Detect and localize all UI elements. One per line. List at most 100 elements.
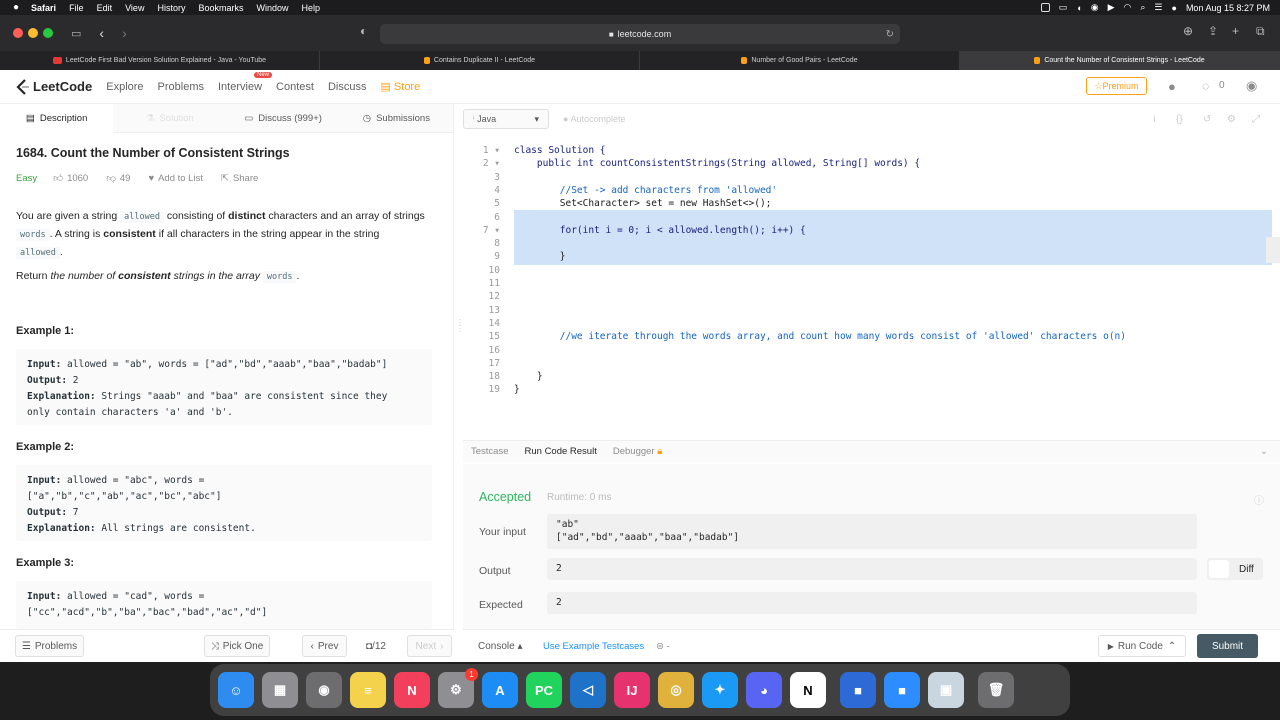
menu-history[interactable]: History <box>157 3 185 13</box>
share-icon[interactable]: ⇪ <box>1208 24 1218 38</box>
play-icon[interactable]: ▶ <box>1108 2 1115 13</box>
menubar-clock[interactable]: Mon Aug 15 8:27 PM <box>1186 3 1270 13</box>
spotlight-icon[interactable]: ⌕ <box>1140 2 1145 13</box>
system-preferences-icon[interactable]: ⚙ 1 <box>438 668 478 708</box>
pycharm-icon[interactable]: PC <box>526 672 562 708</box>
notes-icon[interactable]: ≡ <box>350 672 386 708</box>
panel-resize-handle[interactable]: ⋮ ⋮ <box>456 319 464 360</box>
shield-icon[interactable]: ◐ <box>360 24 367 38</box>
autocomplete-toggle[interactable]: ● Autocomplete <box>563 114 626 124</box>
braces-icon[interactable]: {} <box>1176 114 1183 125</box>
minimize-window-icon[interactable] <box>28 28 38 38</box>
downloads-icon[interactable]: ⊕ <box>1183 24 1193 38</box>
screenshot-icon[interactable]: ◉ <box>306 672 342 708</box>
share-button[interactable]: ⇱ Share <box>221 173 258 184</box>
avatar-icon[interactable]: ◉ <box>1246 78 1257 94</box>
leetcode-favicon-icon <box>741 57 748 64</box>
coin-icon[interactable]: ◌ <box>1202 79 1209 93</box>
nav-explore[interactable]: Explore <box>106 81 143 93</box>
forward-arrow-icon[interactable]: › <box>122 25 127 41</box>
trash-icon[interactable]: 🗑 <box>978 672 1014 708</box>
nav-discuss[interactable]: Discuss <box>328 81 367 93</box>
menu-edit[interactable]: Edit <box>97 3 113 13</box>
settings-icon[interactable]: ⚙ <box>1227 114 1236 125</box>
menu-file[interactable]: File <box>69 3 84 13</box>
add-to-list-button[interactable]: ♥ Add to List <box>148 173 203 184</box>
menu-bookmarks[interactable]: Bookmarks <box>198 3 243 13</box>
nav-store[interactable]: ▤ Store <box>380 80 420 93</box>
collapse-chevron-icon[interactable]: ⌄ <box>1260 446 1268 457</box>
code-editor[interactable]: 1 ▾ class Solution {2 ▾ public int countC… <box>463 136 1280 436</box>
tab-discuss[interactable]: ▭ Discuss (999+) <box>227 104 340 133</box>
record-icon[interactable]: ◉ <box>1091 2 1099 13</box>
intellij-icon[interactable]: IJ <box>614 672 650 708</box>
bell-icon[interactable]: ● <box>1168 79 1176 94</box>
tab-submissions[interactable]: ◷ Submissions <box>340 104 453 133</box>
premium-button[interactable]: ☆ Premium <box>1086 77 1147 95</box>
siri-icon[interactable]: ● <box>1172 3 1177 13</box>
browser-tab[interactable]: Number of Good Pairs - LeetCode <box>640 51 960 70</box>
tab-run-code-result[interactable]: Run Code Result <box>525 446 597 457</box>
app-store-icon[interactable]: A <box>482 672 518 708</box>
new-tab-icon[interactable]: + <box>1232 24 1239 38</box>
notion-icon[interactable]: N <box>790 672 826 708</box>
discord-icon[interactable]: ◕ <box>746 672 782 708</box>
leetcode-logo[interactable]: LeetCode <box>16 78 92 95</box>
menu-window[interactable]: Window <box>256 3 288 13</box>
zoom-video-icon[interactable]: ■ <box>840 672 876 708</box>
help-icon[interactable]: ⊜ - <box>656 641 670 652</box>
zoom-window-icon[interactable] <box>43 28 53 38</box>
tab-solution[interactable]: ⚗ Solution <box>113 104 226 133</box>
sidebar-toggle-icon[interactable]: ▭ <box>71 27 81 40</box>
control-center-icon[interactable]: ☰ <box>1154 2 1162 13</box>
next-button[interactable]: Next › <box>407 635 452 657</box>
fullscreen-icon[interactable]: ⤢ <box>1252 114 1260 125</box>
diff-toggle[interactable]: Diff <box>1207 558 1263 580</box>
run-code-button[interactable]: ▶ Run Code ⌃ <box>1098 635 1186 657</box>
menu-app-name[interactable]: Safari <box>31 3 56 13</box>
browser-tab[interactable]: Contains Duplicate II - LeetCode <box>320 51 640 70</box>
preview-icon[interactable]: ▣ <box>928 672 964 708</box>
finder-icon[interactable]: ☺ <box>218 672 254 708</box>
news-icon[interactable]: N <box>394 672 430 708</box>
editor-scrollbar[interactable] <box>1266 237 1280 263</box>
tab-testcase[interactable]: Testcase <box>471 446 509 457</box>
tab-overview-icon[interactable]: ⧉ <box>1256 24 1265 39</box>
console-toggle[interactable]: Console ▴ <box>478 641 523 652</box>
page-indicator[interactable]: ◘/12 <box>366 641 386 652</box>
tab-debugger[interactable]: Debugger 🔒︎ <box>613 446 662 457</box>
battery-icon[interactable]: ▭ <box>1059 2 1068 13</box>
reload-icon[interactable]: ↻ <box>886 29 894 40</box>
screen-mirror-icon[interactable] <box>1040 3 1050 12</box>
zoom-icon[interactable]: ■ <box>884 672 920 708</box>
safari-icon[interactable]: ✦ <box>702 672 738 708</box>
tab-description[interactable]: ▤ Description <box>0 103 114 133</box>
nav-problems[interactable]: Problems <box>158 81 204 93</box>
back-arrow-icon[interactable]: ‹ <box>99 25 104 41</box>
apple-icon[interactable]: ● <box>13 2 19 13</box>
menu-help[interactable]: Help <box>302 3 321 13</box>
language-select[interactable]: ⁱ Java ▾ <box>463 109 549 129</box>
wifi-icon[interactable]: ◠ <box>1124 2 1132 13</box>
close-window-icon[interactable] <box>13 28 23 38</box>
chrome-icon[interactable]: ◎ <box>658 672 694 708</box>
reset-icon[interactable]: ↺ <box>1203 114 1211 125</box>
submit-button[interactable]: Submit <box>1197 634 1258 658</box>
menu-view[interactable]: View <box>125 3 144 13</box>
browser-tab-active[interactable]: Count the Number of Consistent Strings -… <box>960 51 1280 70</box>
launchpad-icon[interactable]: ▦ <box>262 672 298 708</box>
like-button[interactable]: 👍︎ 1060 <box>53 172 88 185</box>
help-icon[interactable]: ⓘ <box>1254 492 1264 507</box>
dislike-button[interactable]: 👎︎ 49 <box>106 172 130 185</box>
browser-tab[interactable]: LeetCode First Bad Version Solution Expl… <box>0 51 320 70</box>
nav-interview[interactable]: Interview New <box>218 71 273 93</box>
use-example-testcases[interactable]: Use Example Testcases <box>543 641 644 652</box>
problems-list-button[interactable]: ☰ Problems <box>15 635 84 657</box>
info-icon[interactable]: ⅰ <box>1153 114 1156 125</box>
volume-icon[interactable]: ◖ <box>1076 3 1081 13</box>
nav-contest[interactable]: Contest <box>276 81 314 93</box>
prev-button[interactable]: ‹ Prev <box>302 635 347 657</box>
pick-one-button[interactable]: ⤨ Pick One <box>204 635 270 657</box>
address-bar[interactable]: ■ leetcode.com ↻ <box>380 24 900 44</box>
vscode-icon[interactable]: ◁ <box>570 672 606 708</box>
